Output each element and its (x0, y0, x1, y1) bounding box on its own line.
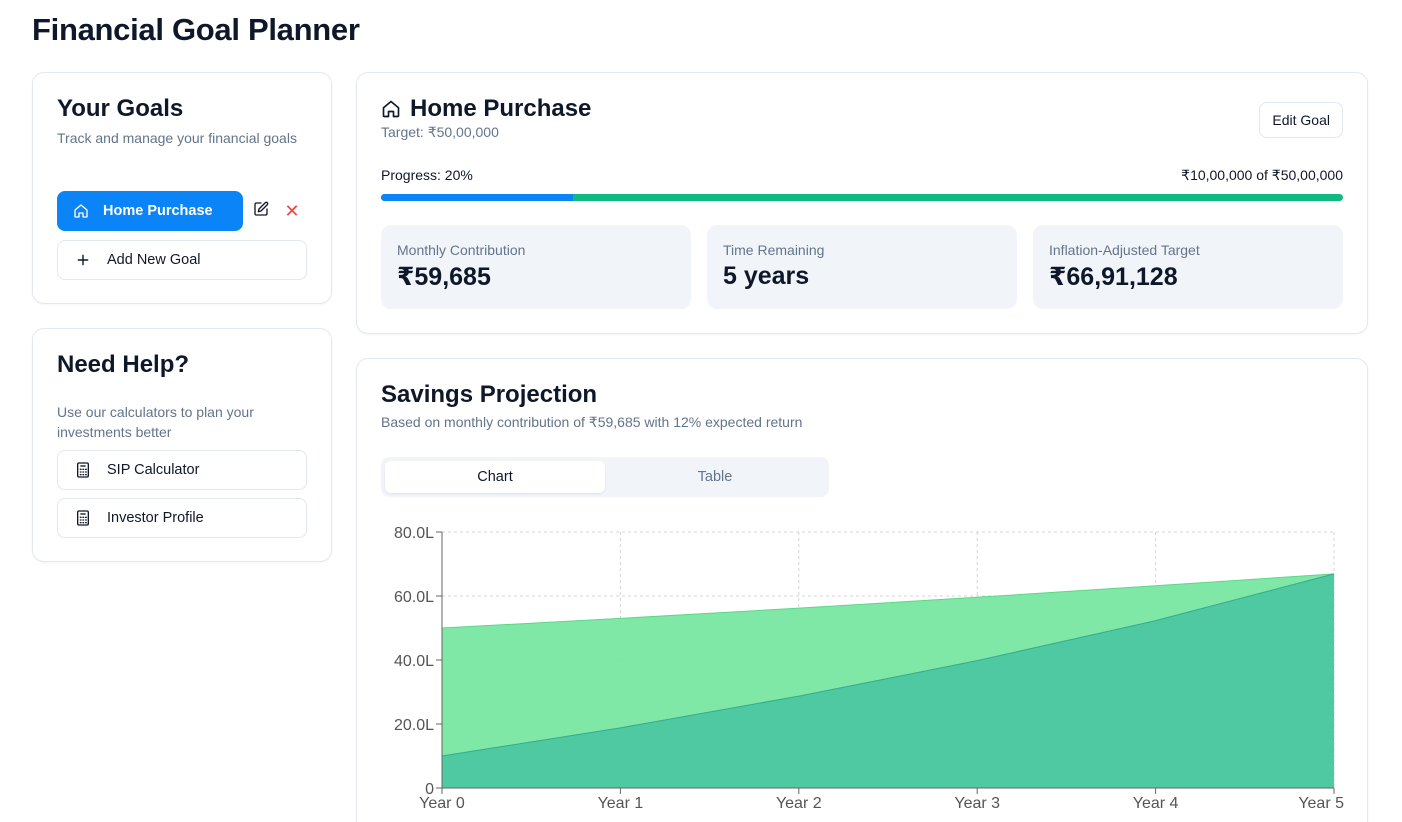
goal-item-label: Home Purchase (103, 203, 213, 219)
goal-item-home-purchase[interactable]: Home Purchase (57, 191, 243, 231)
x-tick-label: Year 2 (776, 795, 822, 812)
stat-label: Monthly Contribution (397, 242, 526, 258)
page-title: Financial Goal Planner (32, 12, 360, 47)
delete-goal-button[interactable]: ✕ (278, 197, 306, 225)
x-tick-label: Year 1 (598, 795, 644, 812)
stat-value: ₹66,91,128 (1049, 263, 1178, 291)
help-panel: Need Help? Use our calculators to plan y… (32, 328, 332, 562)
projection-subtitle: Based on monthly contribution of ₹59,685… (381, 414, 803, 430)
goal-title-text: Home Purchase (410, 95, 592, 122)
goal-title: Home Purchase (381, 95, 591, 123)
edit-goal-icon-button[interactable] (247, 197, 275, 225)
projection-title: Savings Projection (381, 381, 598, 408)
plus-icon (76, 253, 90, 267)
y-tick-label: 80.0L (394, 525, 434, 542)
stat-value: 5 years (723, 262, 810, 290)
edit-icon (253, 201, 269, 222)
stat-time-remaining: Time Remaining 5 years (707, 225, 1017, 309)
close-icon: ✕ (284, 200, 300, 221)
savings-projection-card: Savings Projection Based on monthly cont… (356, 358, 1368, 822)
investor-profile-label: Investor Profile (107, 510, 204, 526)
edit-goal-button[interactable]: Edit Goal (1259, 102, 1343, 138)
projection-chart: 020.0L40.0L60.0L80.0LYear 0 Year 1 Year 2Y… (394, 525, 1344, 812)
calculator-icon (76, 462, 90, 478)
tab-chart[interactable]: Chart (385, 461, 605, 493)
stat-value: ₹59,685 (397, 263, 491, 291)
tab-table[interactable]: Table (605, 461, 825, 493)
y-tick-label: 60.0L (394, 589, 434, 606)
add-new-goal-label: Add New Goal (107, 252, 201, 268)
goal-target: Target: ₹50,00,000 (381, 124, 499, 140)
calculator-icon (76, 510, 90, 526)
home-icon (381, 99, 401, 119)
x-tick-label: Year 5 (1298, 795, 1344, 812)
x-tick-label: Year 4 (1133, 795, 1179, 812)
help-panel-title: Need Help? (57, 351, 190, 378)
y-tick-label: 40.0L (394, 653, 434, 670)
goal-detail-card: Home Purchase Target: ₹50,00,000 Edit Go… (356, 72, 1368, 334)
sip-calculator-label: SIP Calculator (107, 462, 200, 478)
goals-panel: Your Goals Track and manage your financi… (32, 72, 332, 304)
x-tick-label: Year 3 (954, 795, 1000, 812)
goals-panel-subtitle: Track and manage your financial goals (57, 130, 297, 146)
goals-panel-title: Your Goals (57, 95, 184, 122)
help-panel-subtitle: Use our calculators to plan your investm… (57, 404, 254, 440)
progress-label: Progress: 20% (381, 167, 473, 183)
progress-amount: ₹10,00,000 of ₹50,00,000 (1181, 167, 1343, 183)
x-tick-label: Year 0 (419, 795, 465, 812)
stat-label: Inflation-Adjusted Target (1049, 242, 1200, 258)
progress-bar-fill (381, 194, 574, 201)
stat-monthly-contribution: Monthly Contribution ₹59,685 (381, 225, 691, 309)
stat-inflation-adjusted-target: Inflation-Adjusted Target ₹66,91,128 (1033, 225, 1343, 309)
progress-bar (381, 194, 1343, 201)
add-new-goal-button[interactable]: Add New Goal (57, 240, 307, 280)
sip-calculator-button[interactable]: SIP Calculator (57, 450, 307, 490)
stat-label: Time Remaining (723, 242, 825, 258)
home-icon (73, 203, 89, 219)
projection-tabs: Chart Table (381, 457, 829, 497)
y-tick-label: 20.0L (394, 717, 434, 734)
investor-profile-button[interactable]: Investor Profile (57, 498, 307, 538)
